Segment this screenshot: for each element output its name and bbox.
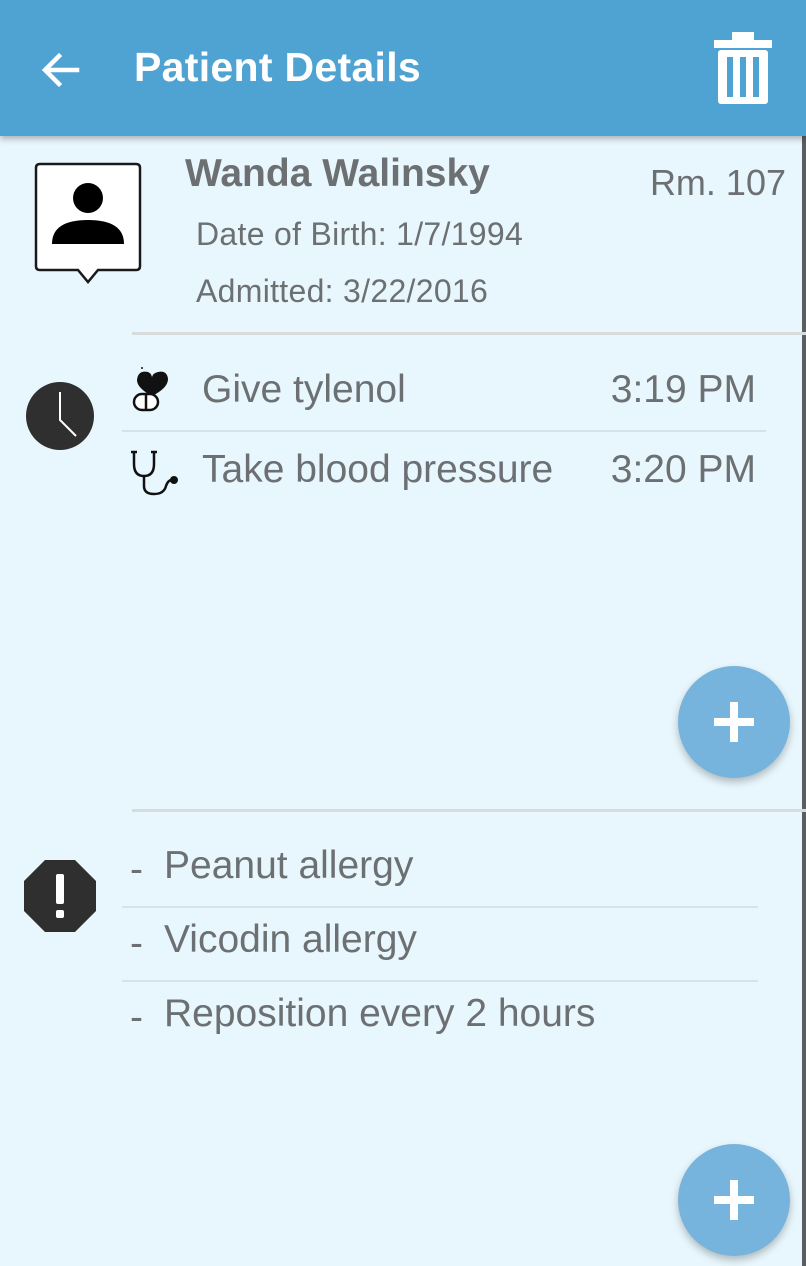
- add-note-button[interactable]: [678, 1144, 790, 1256]
- plus-icon: [714, 1180, 754, 1220]
- add-task-button[interactable]: [678, 666, 790, 778]
- page-title: Patient Details: [134, 44, 422, 90]
- list-item[interactable]: - Reposition every 2 hours: [122, 982, 758, 1054]
- bullet-dash: -: [130, 922, 143, 965]
- person-icon: [34, 162, 142, 284]
- clock-icon: [26, 382, 94, 450]
- task-row[interactable]: Take blood pressure 3:20 PM: [122, 432, 766, 510]
- list-item[interactable]: - Peanut allergy: [122, 834, 758, 908]
- delete-button[interactable]: [712, 30, 774, 106]
- date-of-birth: Date of Birth: 1/7/1994: [196, 216, 524, 252]
- bullet-dash: -: [130, 848, 143, 891]
- app-bar: Patient Details: [0, 0, 806, 136]
- back-button[interactable]: [34, 40, 88, 100]
- note-text: Peanut allergy: [164, 844, 414, 887]
- bullet-dash: -: [130, 996, 143, 1039]
- task-label: Give tylenol: [202, 368, 406, 411]
- note-text: Reposition every 2 hours: [164, 992, 596, 1035]
- alert-icon: [24, 860, 96, 932]
- medication-icon: [132, 367, 168, 412]
- list-item[interactable]: - Vicodin allergy: [122, 908, 758, 982]
- task-label: Take blood pressure: [202, 448, 554, 491]
- section-divider: [132, 809, 806, 812]
- note-text: Vicodin allergy: [164, 918, 417, 961]
- plus-icon: [714, 702, 754, 742]
- task-time: 3:19 PM: [610, 368, 756, 411]
- arrow-left-icon: [41, 52, 80, 88]
- stethoscope-icon: [131, 450, 178, 496]
- admission-date: Admitted: 3/22/2016: [196, 273, 489, 309]
- right-edge-strip: [802, 136, 806, 1266]
- patient-name: Wanda Walinsky: [185, 152, 490, 195]
- task-row[interactable]: Give tylenol 3:19 PM: [122, 352, 766, 432]
- trash-icon: [714, 32, 772, 104]
- room-number: Rm. 107: [649, 162, 786, 203]
- section-divider: [132, 332, 806, 335]
- task-time: 3:20 PM: [610, 448, 756, 491]
